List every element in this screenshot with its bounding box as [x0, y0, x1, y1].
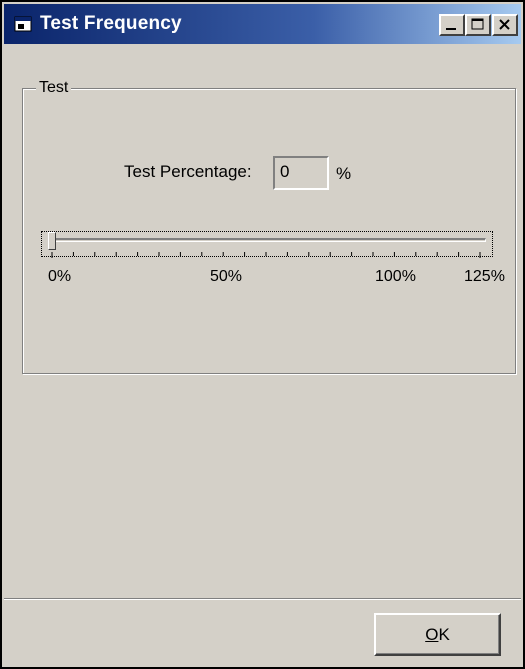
footer-separator	[4, 598, 521, 600]
title-bar[interactable]: Test Frequency	[4, 4, 521, 44]
close-icon	[499, 19, 510, 30]
close-button[interactable]	[492, 14, 518, 36]
test-frequency-slider[interactable]	[50, 238, 486, 242]
tick-label-125: 125%	[464, 268, 505, 285]
test-group-label: Test	[36, 79, 72, 97]
ok-label-rest: K	[438, 625, 450, 644]
ok-button[interactable]: OK	[374, 613, 501, 656]
app-window-icon	[14, 16, 32, 32]
window-title: Test Frequency	[40, 13, 182, 34]
test-frequency-dialog: Test Frequency Test Test Percentage: 0 %…	[0, 0, 525, 669]
percent-unit-label: %	[336, 164, 352, 183]
minimize-button[interactable]	[439, 14, 465, 36]
tick-label-100: 100%	[375, 268, 416, 285]
maximize-button[interactable]	[465, 14, 491, 36]
test-percentage-field[interactable]: 0	[273, 156, 329, 190]
tick-label-0: 0%	[48, 268, 72, 285]
tick-label-50: 50%	[210, 268, 243, 285]
ok-mnemonic: O	[425, 625, 439, 644]
slider-thumb[interactable]	[48, 232, 56, 250]
minimize-icon	[446, 28, 456, 30]
test-percentage-label: Test Percentage:	[124, 162, 252, 181]
slider-ticks	[51, 252, 481, 258]
maximize-icon	[471, 18, 484, 30]
